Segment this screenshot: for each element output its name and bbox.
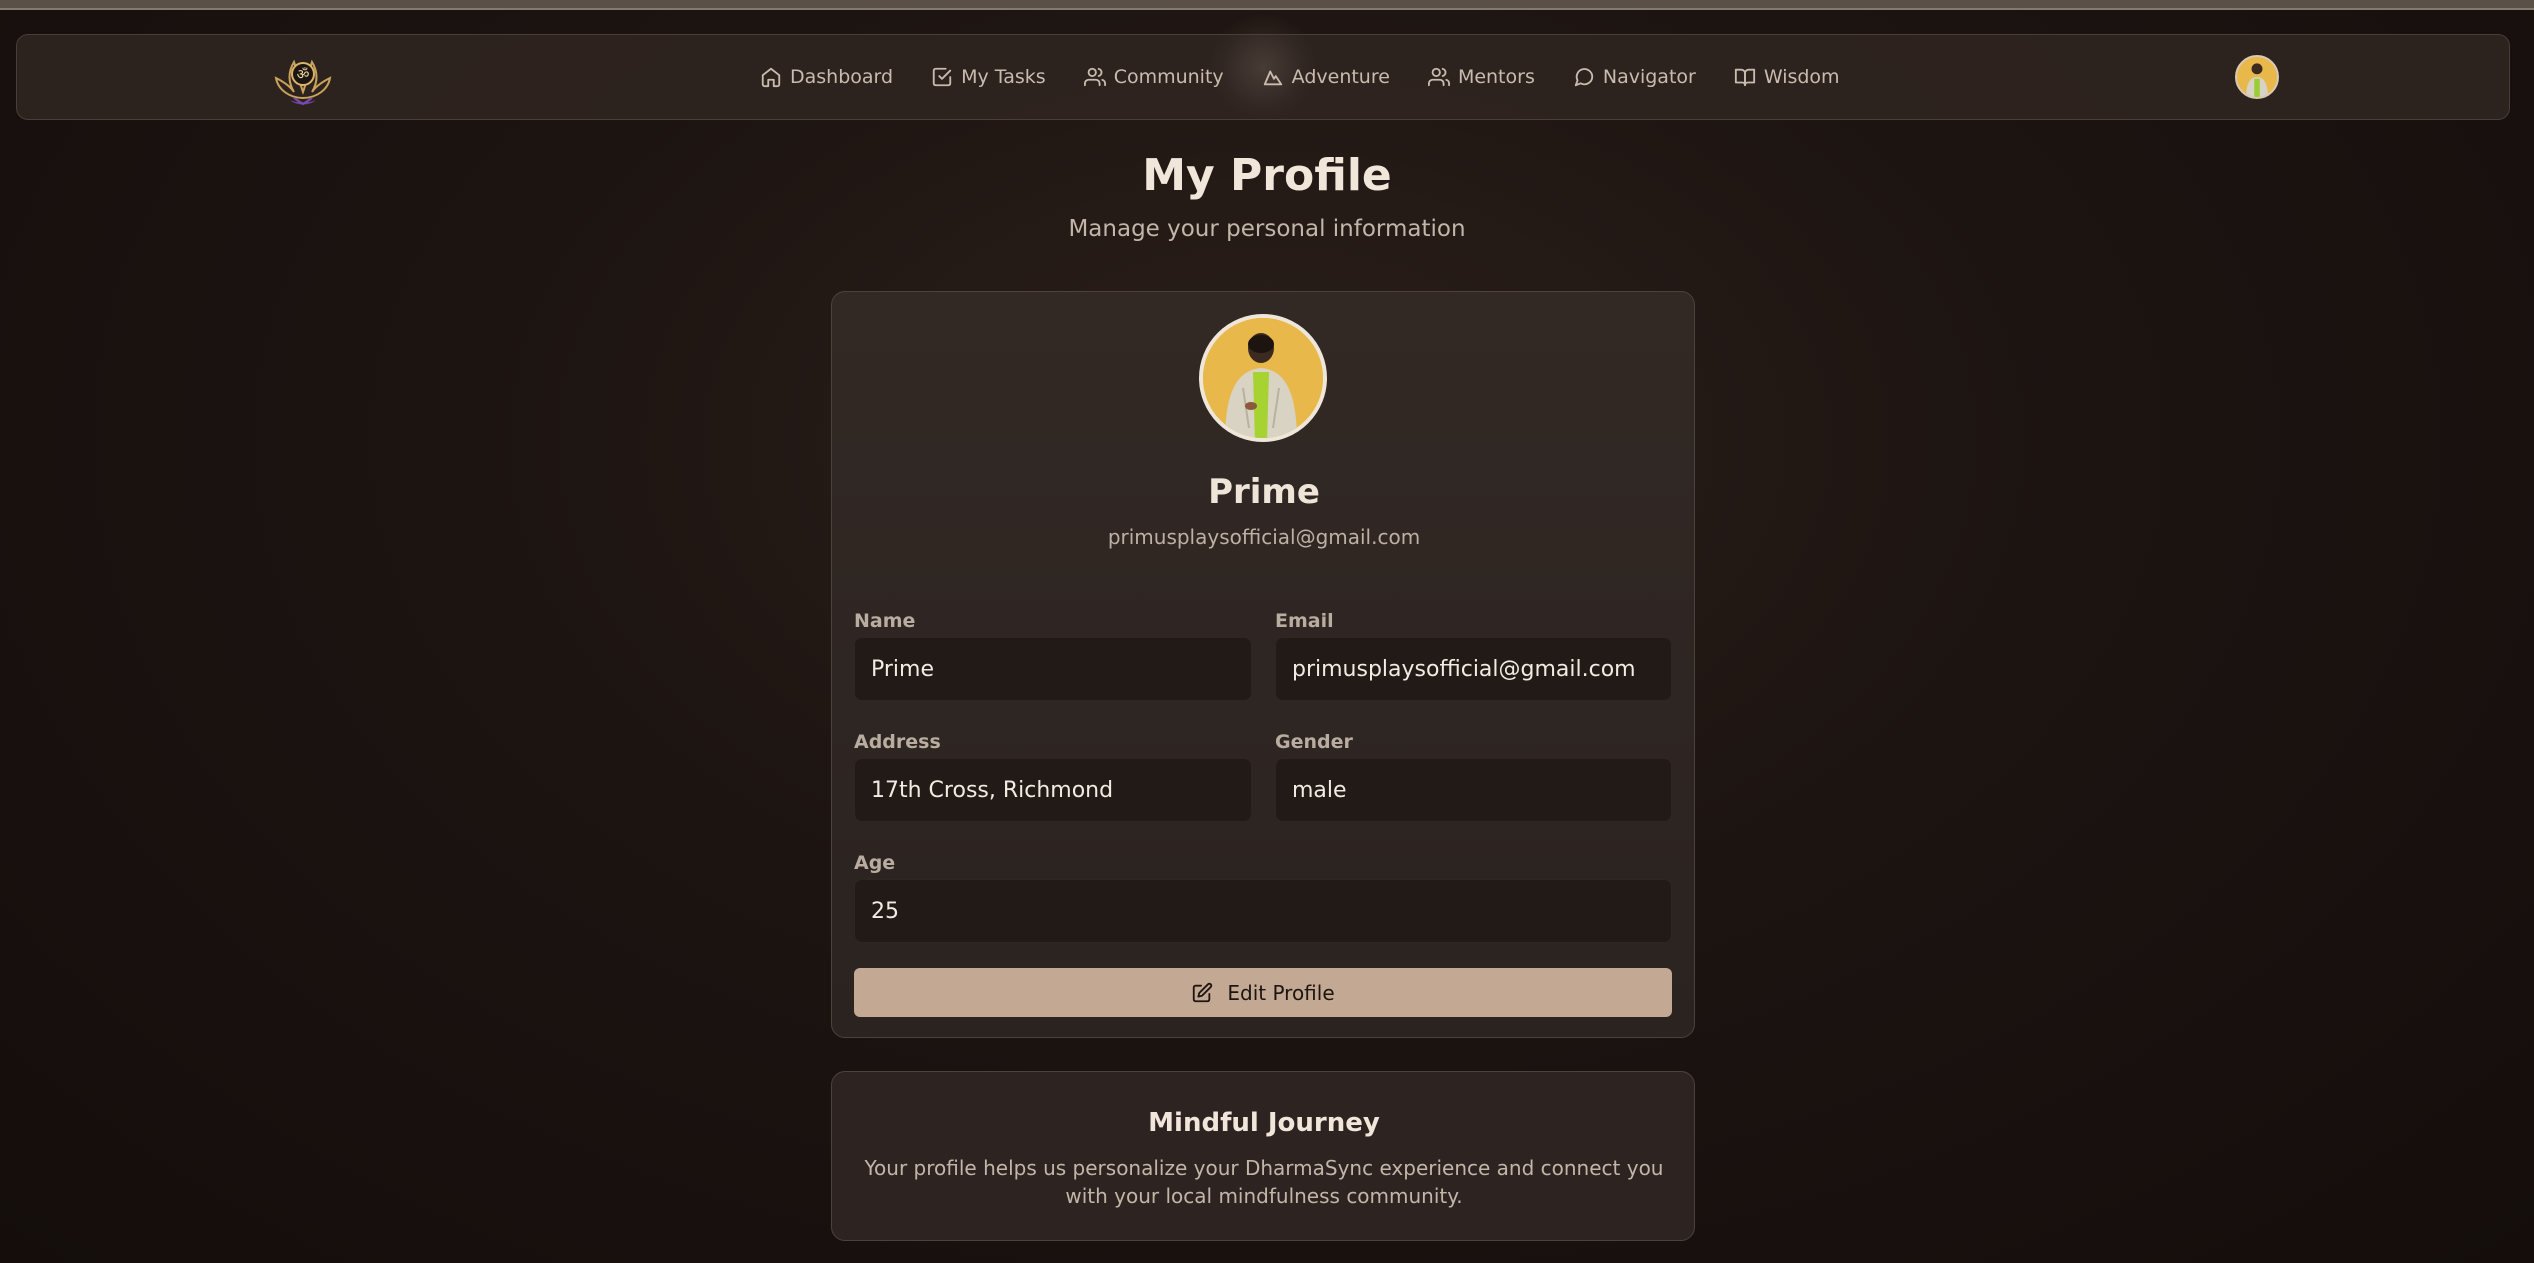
edit-icon [1193,982,1213,1002]
nav-item-adventure[interactable]: Adventure [1262,66,1390,88]
email-label: Email [1275,610,1334,632]
book-open-icon [1734,68,1755,87]
nav-item-mentors[interactable]: Mentors [1427,66,1535,88]
nav-item-label: Community [1113,66,1224,88]
users-icon [1427,67,1450,87]
address-label: Address [854,731,941,753]
svg-text:ॐ: ॐ [297,67,310,83]
nav-item-navigator[interactable]: Navigator [1573,66,1696,88]
nav-item-dashboard[interactable]: Dashboard [760,66,893,88]
nav-item-label: Mentors [1457,66,1535,88]
mindful-journey-card: Mindful Journey Your profile helps us pe… [831,1071,1695,1241]
nav-item-label: My Tasks [961,66,1046,88]
profile-card: Prime primusplaysofficial@gmail.com Name… [831,291,1695,1038]
nav-item-wisdom[interactable]: Wisdom [1734,66,1840,88]
age-field[interactable] [854,879,1672,943]
mountain-icon [1263,70,1282,86]
address-field[interactable] [854,758,1252,822]
message-circle-icon [1574,68,1594,87]
browser-top-bar [0,0,2534,10]
edit-profile-label: Edit Profile [1227,980,1335,1005]
page-subtitle: Manage your personal information [1068,216,1466,242]
nav-item-community[interactable]: Community [1083,66,1224,88]
profile-name: Prime [1208,472,1320,512]
edit-profile-button[interactable]: Edit Profile [854,968,1672,1017]
nav-item-label: Adventure [1291,66,1390,88]
page-title: My Profile [1142,150,1392,201]
journey-text: Your profile helps us personalize your D… [864,1156,1664,1208]
nav-item-label: Navigator [1602,66,1696,88]
name-label: Name [854,610,916,632]
age-label: Age [854,852,896,874]
nav-item-label: Wisdom [1763,66,1840,88]
check-square-icon [932,67,952,87]
profile-email: primusplaysofficial@gmail.com [1107,525,1421,549]
email-field[interactable] [1275,637,1672,701]
gender-label: Gender [1275,731,1353,753]
gender-field[interactable] [1275,758,1672,822]
nav-item-label: Dashboard [790,66,894,88]
users-icon [1083,67,1106,87]
profile-avatar[interactable] [1199,314,1327,442]
home-icon [761,67,781,88]
user-avatar[interactable] [2235,55,2279,99]
nav-links: Dashboard My Tasks Community Adventure M… [760,59,1878,95]
name-field[interactable] [854,637,1252,701]
journey-title: Mindful Journey [1148,1108,1380,1138]
nav-item-my-tasks[interactable]: My Tasks [931,66,1046,88]
om-lotus-logo[interactable]: ॐ [272,48,334,106]
